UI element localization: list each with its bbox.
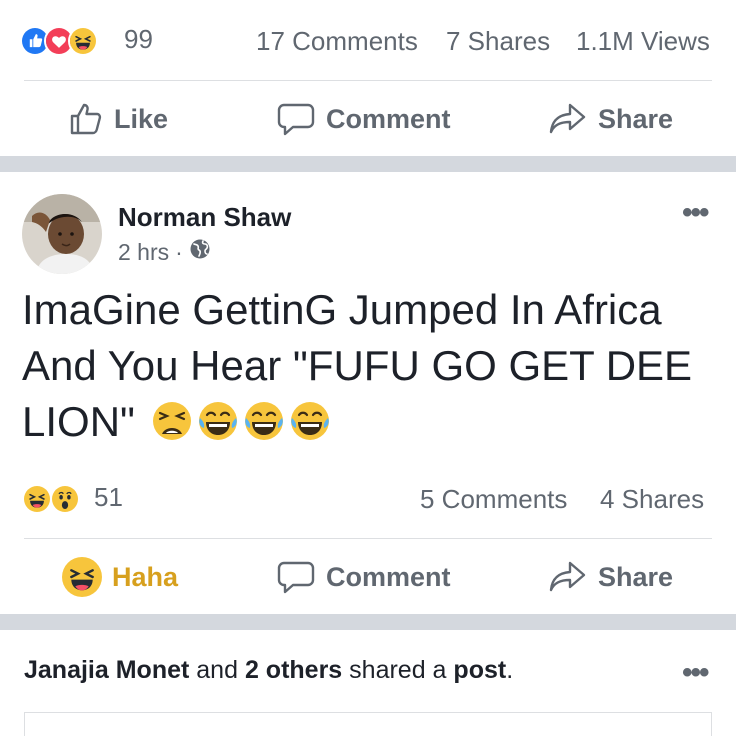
comment-bubble-icon [276,559,316,595]
haha-reaction-icon [62,557,102,597]
laughing-tears-emoji [197,400,239,442]
share-button[interactable]: Share [548,538,673,616]
feed-separator [0,614,736,630]
top-action-row: Like Comment Share [0,80,736,158]
top-post-stats-row: 99 17 Comments 7 Shares 1.1M Views [0,0,736,80]
post-meta: 2 hrs · [118,238,211,266]
globe-icon[interactable] [189,238,211,266]
thumbs-up-icon [68,101,104,137]
shared-post-options-button[interactable]: ••• [682,656,709,690]
main-reactions-count[interactable]: 51 [94,482,123,513]
shared-verb: shared a [349,656,447,684]
meta-dot: · [175,238,183,265]
laughing-tears-emoji [243,400,285,442]
shared-post-card[interactable] [24,712,712,736]
post-text: ImaGine GettinG Jumped In Africa And You… [22,286,693,445]
post-time[interactable]: 2 hrs [118,239,169,266]
main-shares-count[interactable]: 4 Shares [600,484,704,515]
haha-button-label: Haha [112,561,179,592]
post-options-button[interactable]: ••• [682,196,709,230]
share-button-label: Share [598,103,674,134]
wow-reaction-icon [50,484,80,514]
shared-post-link[interactable]: post [453,656,506,684]
haha-reaction-button[interactable]: Haha [62,538,178,616]
share-arrow-icon [548,559,588,595]
avatar[interactable] [22,194,102,274]
haha-reaction-icon [22,484,52,514]
top-reactions-count[interactable]: 99 [124,24,153,55]
shared-and: and [196,656,238,684]
shared-actor-name[interactable]: Janajia Monet [24,656,189,684]
comment-bubble-icon [276,101,316,137]
shared-others-link[interactable]: 2 others [245,656,342,684]
post-author-name[interactable]: Norman Shaw [118,202,291,233]
like-button[interactable]: Like [68,80,168,158]
main-action-row: Haha Comment Share [0,538,736,616]
comment-button[interactable]: Comment [276,80,451,158]
shared-period: . [506,656,514,684]
shared-post-header: Janajia Monet and 2 others shared a post… [24,656,513,685]
main-comments-count[interactable]: 5 Comments [420,484,567,515]
top-comments-count[interactable]: 17 Comments [256,26,418,57]
post-body: ImaGine GettinG Jumped In Africa And You… [22,282,722,450]
comment-button[interactable]: Comment [276,538,451,616]
laughing-tears-emoji [289,400,331,442]
haha-reaction-icon [68,26,98,56]
feed-separator [0,156,736,172]
comment-button-label: Comment [326,561,451,592]
top-views-count: 1.1M Views [576,26,710,56]
like-button-label: Like [114,103,169,134]
tired-face-emoji [151,400,193,442]
share-button-label: Share [598,561,674,592]
top-shares-count[interactable]: 7 Shares [446,26,550,57]
share-arrow-icon [548,101,588,137]
share-button[interactable]: Share [548,80,673,158]
comment-button-label: Comment [326,103,451,134]
